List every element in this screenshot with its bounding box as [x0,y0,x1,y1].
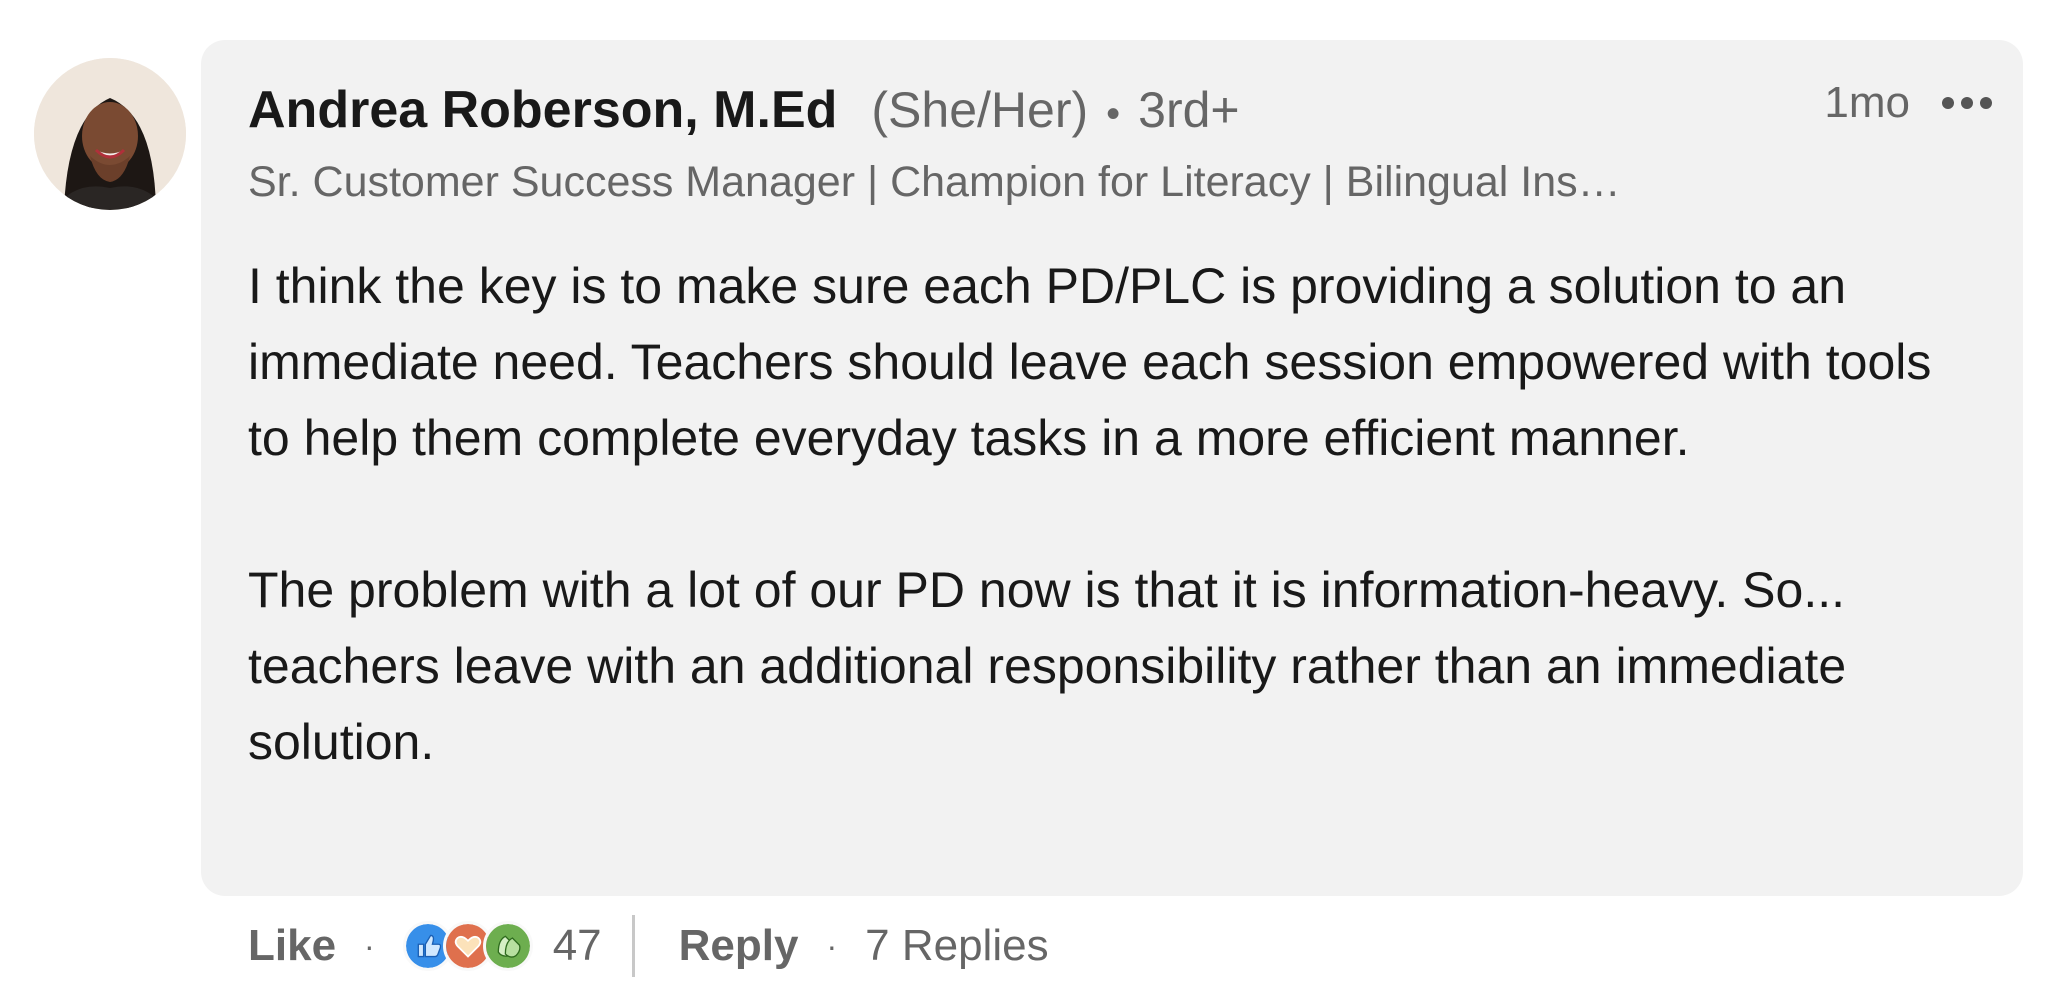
comment-meta: 1mo [1824,78,1996,128]
author-headline: Sr. Customer Success Manager | Champion … [248,158,1621,206]
like-button[interactable]: Like [248,921,336,971]
connection-degree: 3rd+ [1138,82,1240,138]
separator-dot: · [826,927,838,964]
separator-dot: · [364,927,375,964]
ellipsis-icon[interactable] [1938,91,1996,115]
reply-button[interactable]: Reply [679,921,799,971]
replies-link[interactable]: 7 Replies [865,921,1048,971]
comment-paragraph: The problem with a lot of our PD now is … [248,562,1847,770]
action-divider [631,915,635,977]
author-name[interactable]: Andrea Roberson, M.Ed [248,80,837,140]
avatar-photo [34,58,186,210]
celebrate-icon [482,921,533,971]
reaction-count[interactable]: 47 [553,921,602,971]
comment-paragraph: I think the key is to make sure each PD/… [248,258,1932,466]
author-pronouns: (She/Her) [871,82,1089,138]
separator-dot: • [1106,92,1121,136]
comment-timestamp: 1mo [1824,78,1910,127]
author-line: Andrea Roberson, M.Ed (She/Her) • 3rd+ [248,80,1240,140]
comment-text: I think the key is to make sure each PD/… [248,248,1968,780]
comment-actions: Like · 47 Reply · 7 Replies [248,915,1049,977]
reactions-summary[interactable] [402,921,533,971]
author-avatar[interactable] [34,58,186,210]
